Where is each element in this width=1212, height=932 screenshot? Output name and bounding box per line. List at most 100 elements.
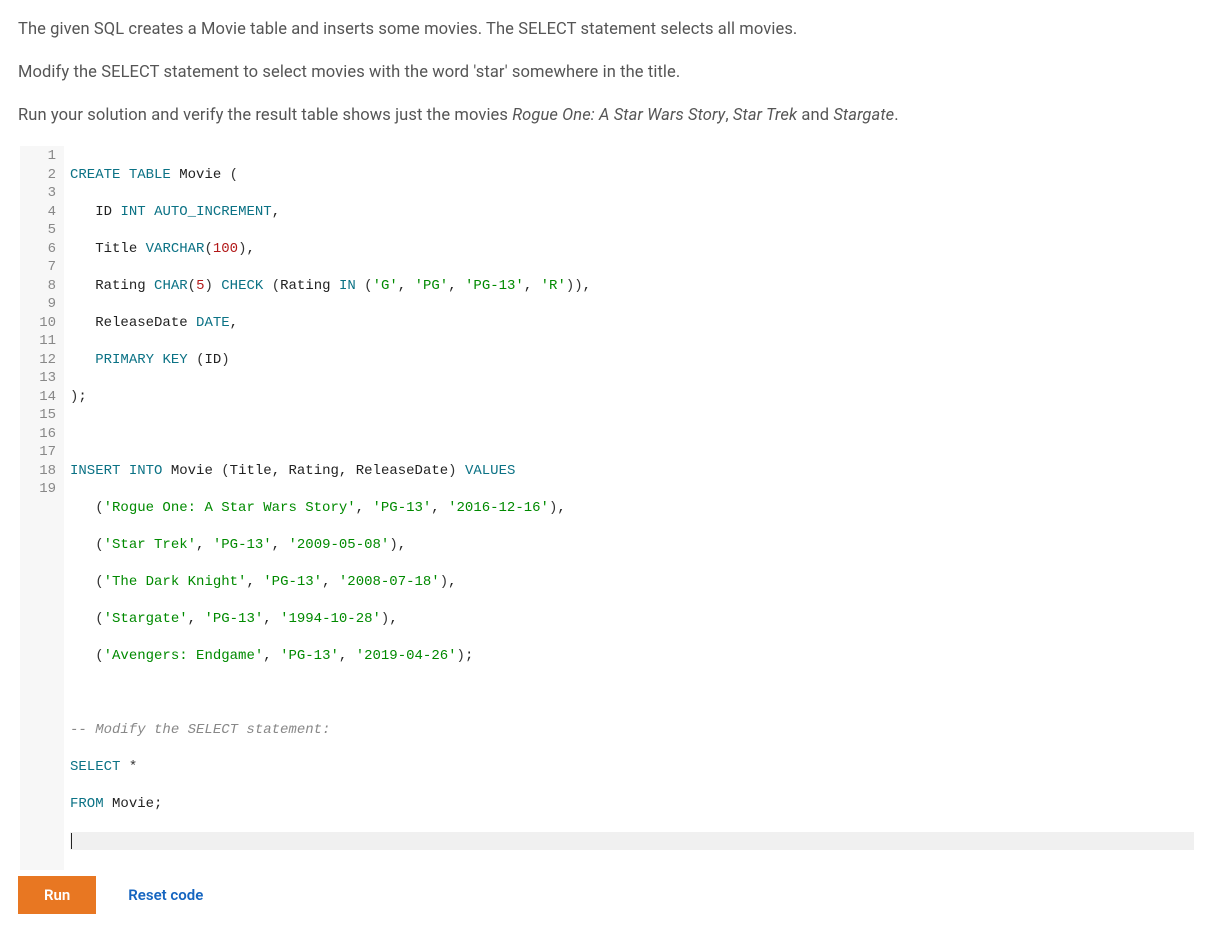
type-date: DATE [196, 315, 230, 331]
p3-post: . [894, 106, 898, 125]
type-char: CHAR [154, 278, 188, 294]
comma: , [196, 537, 204, 553]
ident-id: ID [95, 204, 112, 220]
line-number: 18 [34, 462, 56, 481]
paren: ) [381, 611, 389, 627]
comma: , [272, 537, 280, 553]
p3-sep2: and [797, 106, 833, 125]
str-pg13e: 'PG-13' [204, 611, 263, 627]
str-pg13c: 'PG-13' [213, 537, 272, 553]
ident-rating2: Rating [280, 278, 330, 294]
semi: ; [154, 796, 162, 812]
instruction-p3: Run your solution and verify the result … [18, 104, 1194, 129]
str-date2: '2009-05-08' [288, 537, 389, 553]
str-date5: '2019-04-26' [356, 648, 457, 664]
line-number: 14 [34, 388, 56, 407]
paren: ( [95, 648, 103, 664]
comma: , [230, 315, 238, 331]
type-varchar: VARCHAR [146, 241, 205, 257]
ident-movie: Movie [179, 167, 221, 183]
star: * [129, 759, 137, 775]
paren: ( [221, 463, 229, 479]
comma: , [398, 278, 406, 294]
paren: ( [95, 537, 103, 553]
type-int: INT [120, 204, 145, 220]
comma: , [339, 648, 347, 664]
col-title: Title [230, 463, 272, 479]
code-editor[interactable]: 12345678910111213141516171819 CREATE TAB… [18, 146, 1194, 870]
paren: ) [457, 648, 465, 664]
kw-into: INTO [129, 463, 163, 479]
line-number: 5 [34, 221, 56, 240]
paren: ( [95, 574, 103, 590]
paren: ) [204, 278, 212, 294]
instruction-p1: The given SQL creates a Movie table and … [18, 18, 1194, 43]
paren: ( [364, 278, 372, 294]
line-number: 6 [34, 240, 56, 259]
str-date3: '2008-07-18' [339, 574, 440, 590]
ident-releasedate: ReleaseDate [95, 315, 187, 331]
paren: ) [389, 537, 397, 553]
paren: ( [95, 611, 103, 627]
paren: ) [574, 278, 582, 294]
line-number: 8 [34, 277, 56, 296]
col-rating: Rating [289, 463, 339, 479]
reset-code-link[interactable]: Reset code [128, 884, 203, 907]
ident-id2: ID [204, 352, 221, 368]
code-area[interactable]: CREATE TABLE Movie ( ID INT AUTO_INCREME… [64, 146, 1194, 870]
line-number: 11 [34, 332, 56, 351]
kw-in: IN [339, 278, 356, 294]
str-date1: '2016-12-16' [448, 500, 549, 516]
paren: ( [188, 278, 196, 294]
str-avengers: 'Avengers: Endgame' [104, 648, 264, 664]
str-pg13d: 'PG-13' [263, 574, 322, 590]
paren: ( [204, 241, 212, 257]
semi: ; [465, 648, 473, 664]
paren: ) [566, 278, 574, 294]
line-number: 9 [34, 295, 56, 314]
line-number: 7 [34, 258, 56, 277]
line-number: 2 [34, 166, 56, 185]
str-g: 'G' [373, 278, 398, 294]
comma: , [188, 611, 196, 627]
comma: , [322, 574, 330, 590]
p3-pre: Run your solution and verify the result … [18, 106, 512, 125]
kw-insert: INSERT [70, 463, 120, 479]
line-number: 12 [34, 351, 56, 370]
str-dark: 'The Dark Knight' [104, 574, 247, 590]
p3-sep1: , [725, 106, 733, 125]
kw-check: CHECK [221, 278, 263, 294]
run-button[interactable]: Run [18, 876, 96, 914]
line-number: 19 [34, 480, 56, 499]
kw-create: CREATE [70, 167, 120, 183]
kw-table: TABLE [129, 167, 171, 183]
kw-auto: AUTO_INCREMENT [154, 204, 272, 220]
str-date4: '1994-10-28' [280, 611, 381, 627]
ident-movie2: Movie [171, 463, 213, 479]
comma: , [339, 463, 347, 479]
comma: , [389, 611, 397, 627]
comma: , [431, 500, 439, 516]
comma: , [246, 241, 254, 257]
kw-from: FROM [70, 796, 104, 812]
ident-movie3: Movie [112, 796, 154, 812]
ident-title: Title [95, 241, 137, 257]
paren: ( [272, 278, 280, 294]
paren: ) [448, 463, 456, 479]
line-number: 15 [34, 406, 56, 425]
paren: ) [221, 352, 229, 368]
kw-select: SELECT [70, 759, 120, 775]
str-r: 'R' [541, 278, 566, 294]
line-number: 4 [34, 203, 56, 222]
comma: , [263, 648, 271, 664]
comma: , [398, 537, 406, 553]
line-number: 10 [34, 314, 56, 333]
p3-em2: Star Trek [733, 106, 797, 125]
cursor-icon [71, 833, 72, 849]
line-number: 16 [34, 425, 56, 444]
instruction-p2: Modify the SELECT statement to select mo… [18, 61, 1194, 86]
instructions: The given SQL creates a Movie table and … [18, 18, 1194, 128]
paren: ( [230, 167, 238, 183]
line-number: 13 [34, 369, 56, 388]
line-number: 17 [34, 443, 56, 462]
